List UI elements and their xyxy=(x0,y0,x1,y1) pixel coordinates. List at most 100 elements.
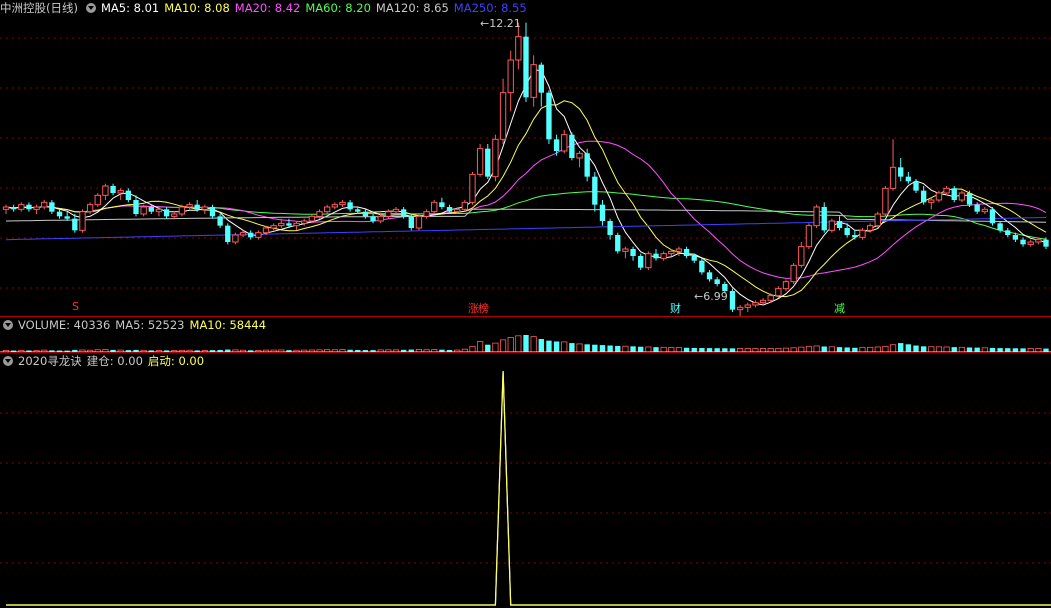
chevron-down-icon[interactable] xyxy=(3,356,13,366)
indicator-chart-canvas[interactable] xyxy=(0,353,1051,608)
candle-120 xyxy=(920,186,927,205)
price-chart-canvas[interactable] xyxy=(0,0,1051,316)
volume-bar-66 xyxy=(507,337,514,353)
candle-27 xyxy=(209,204,216,219)
event-tag-3: 财 xyxy=(670,302,681,315)
volume-pane[interactable]: VOLUME: 40336 MA5: 52523 MA10: 58444 xyxy=(0,316,1051,353)
candle-1 xyxy=(10,204,17,212)
candle-35 xyxy=(270,223,277,231)
indicator-label-2: 启动: 0.00 xyxy=(147,354,205,368)
ma-label-0: MA5: 8.01 xyxy=(100,1,160,15)
candle-104 xyxy=(798,242,805,268)
candle-123 xyxy=(943,186,950,196)
volume-bar-73 xyxy=(561,341,568,353)
volume-bar-62 xyxy=(477,341,484,353)
candle-12 xyxy=(94,193,101,207)
volume-bar-118 xyxy=(905,344,912,352)
candle-133 xyxy=(1020,237,1026,247)
chart-title: 中洲控股(日线) xyxy=(0,1,78,15)
candle-81 xyxy=(622,246,629,259)
candle-62 xyxy=(476,144,484,177)
candle-20 xyxy=(155,207,163,217)
candle-117 xyxy=(898,158,904,182)
volume-bar-117 xyxy=(898,343,904,352)
candle-76 xyxy=(584,148,590,182)
candle-28 xyxy=(217,214,223,228)
candle-21 xyxy=(163,207,170,219)
volume-bar-72 xyxy=(553,341,560,352)
candle-60 xyxy=(461,200,469,212)
candle-55 xyxy=(423,209,430,219)
candle-93 xyxy=(714,277,720,287)
candle-95 xyxy=(729,288,736,312)
candle-64 xyxy=(492,134,499,182)
candle-134 xyxy=(1027,239,1034,247)
volume-bar-71 xyxy=(546,340,552,352)
volume-bar-70 xyxy=(538,339,544,352)
candle-16 xyxy=(125,188,132,203)
ma-label-4: MA120: 8.65 xyxy=(375,1,449,15)
volume-bar-116 xyxy=(889,344,897,353)
chevron-down-icon[interactable] xyxy=(85,3,96,13)
candle-114 xyxy=(874,211,881,228)
chevron-down-icon[interactable] xyxy=(3,320,13,330)
candle-44 xyxy=(339,200,346,207)
candle-63 xyxy=(485,144,491,179)
candle-61 xyxy=(469,172,476,205)
candle-10 xyxy=(79,209,86,233)
indicator-label-1: 建仓: 0.00 xyxy=(86,354,143,368)
indicator-series-0 xyxy=(6,370,1051,606)
ma-label-1: MA10: 8.08 xyxy=(164,1,230,15)
volume-label-1: MA5: 52523 xyxy=(115,318,185,332)
ma250-line xyxy=(5,217,1047,241)
price-pane[interactable]: 中洲控股(日线) MA5: 8.01 MA10: 8.08 MA20: 8.42 MA6… xyxy=(0,0,1051,316)
indicator-pane[interactable]: 2020寻龙诀 建仓: 0.00 启动: 0.00 xyxy=(0,352,1051,608)
candle-45 xyxy=(347,200,353,212)
indicator-series-1 xyxy=(6,370,1051,606)
ma60-line xyxy=(5,191,1047,240)
candle-17 xyxy=(133,195,139,217)
event-tag-4: 减 xyxy=(834,302,845,315)
candle-108 xyxy=(828,218,836,233)
low-price-label: ←6.99 xyxy=(694,290,728,303)
indicator-legend: 2020寻龙诀 建仓: 0.00 启动: 0.00 xyxy=(0,353,214,369)
ma-label-2: MA20: 8.42 xyxy=(234,1,301,15)
candle-97 xyxy=(744,302,751,312)
candle-48 xyxy=(370,214,376,224)
candle-5 xyxy=(41,200,48,210)
candle-7 xyxy=(56,209,63,219)
candle-57 xyxy=(439,197,445,210)
candle-115 xyxy=(882,186,889,217)
volume-bar-65 xyxy=(499,339,507,353)
candle-129 xyxy=(989,207,996,226)
candle-125 xyxy=(958,190,966,203)
price-legend: 中洲控股(日线) MA5: 8.01 MA10: 8.08 MA20: 8.42 MA6… xyxy=(0,0,537,16)
candle-77 xyxy=(592,172,598,212)
candle-109 xyxy=(836,216,843,231)
volume-legend: VOLUME: 40336 MA5: 52523 MA10: 58444 xyxy=(0,317,276,333)
candle-22 xyxy=(171,211,178,219)
candle-103 xyxy=(790,263,797,284)
candle-0 xyxy=(2,204,10,214)
candle-26 xyxy=(201,204,209,214)
candle-85 xyxy=(653,249,659,261)
candle-69 xyxy=(530,55,537,107)
candle-54 xyxy=(415,214,423,231)
candle-70 xyxy=(538,62,544,107)
candle-75 xyxy=(576,151,583,168)
volume-label-2: MA10: 58444 xyxy=(189,318,267,332)
candle-121 xyxy=(928,197,935,210)
volume-bar-63 xyxy=(485,344,491,352)
candle-83 xyxy=(638,253,644,270)
volume-bar-69 xyxy=(530,336,537,353)
candle-33 xyxy=(255,230,262,240)
candle-2 xyxy=(18,202,25,212)
candle-4 xyxy=(33,204,40,214)
candle-82 xyxy=(630,246,636,261)
event-tag-2: 榜 xyxy=(478,302,489,315)
candle-73 xyxy=(561,130,568,154)
ma-label-5: MA250: 8.55 xyxy=(453,1,527,15)
event-tag-0: S xyxy=(72,300,79,313)
volume-bar-76 xyxy=(584,344,590,352)
volume-bar-78 xyxy=(599,345,606,352)
